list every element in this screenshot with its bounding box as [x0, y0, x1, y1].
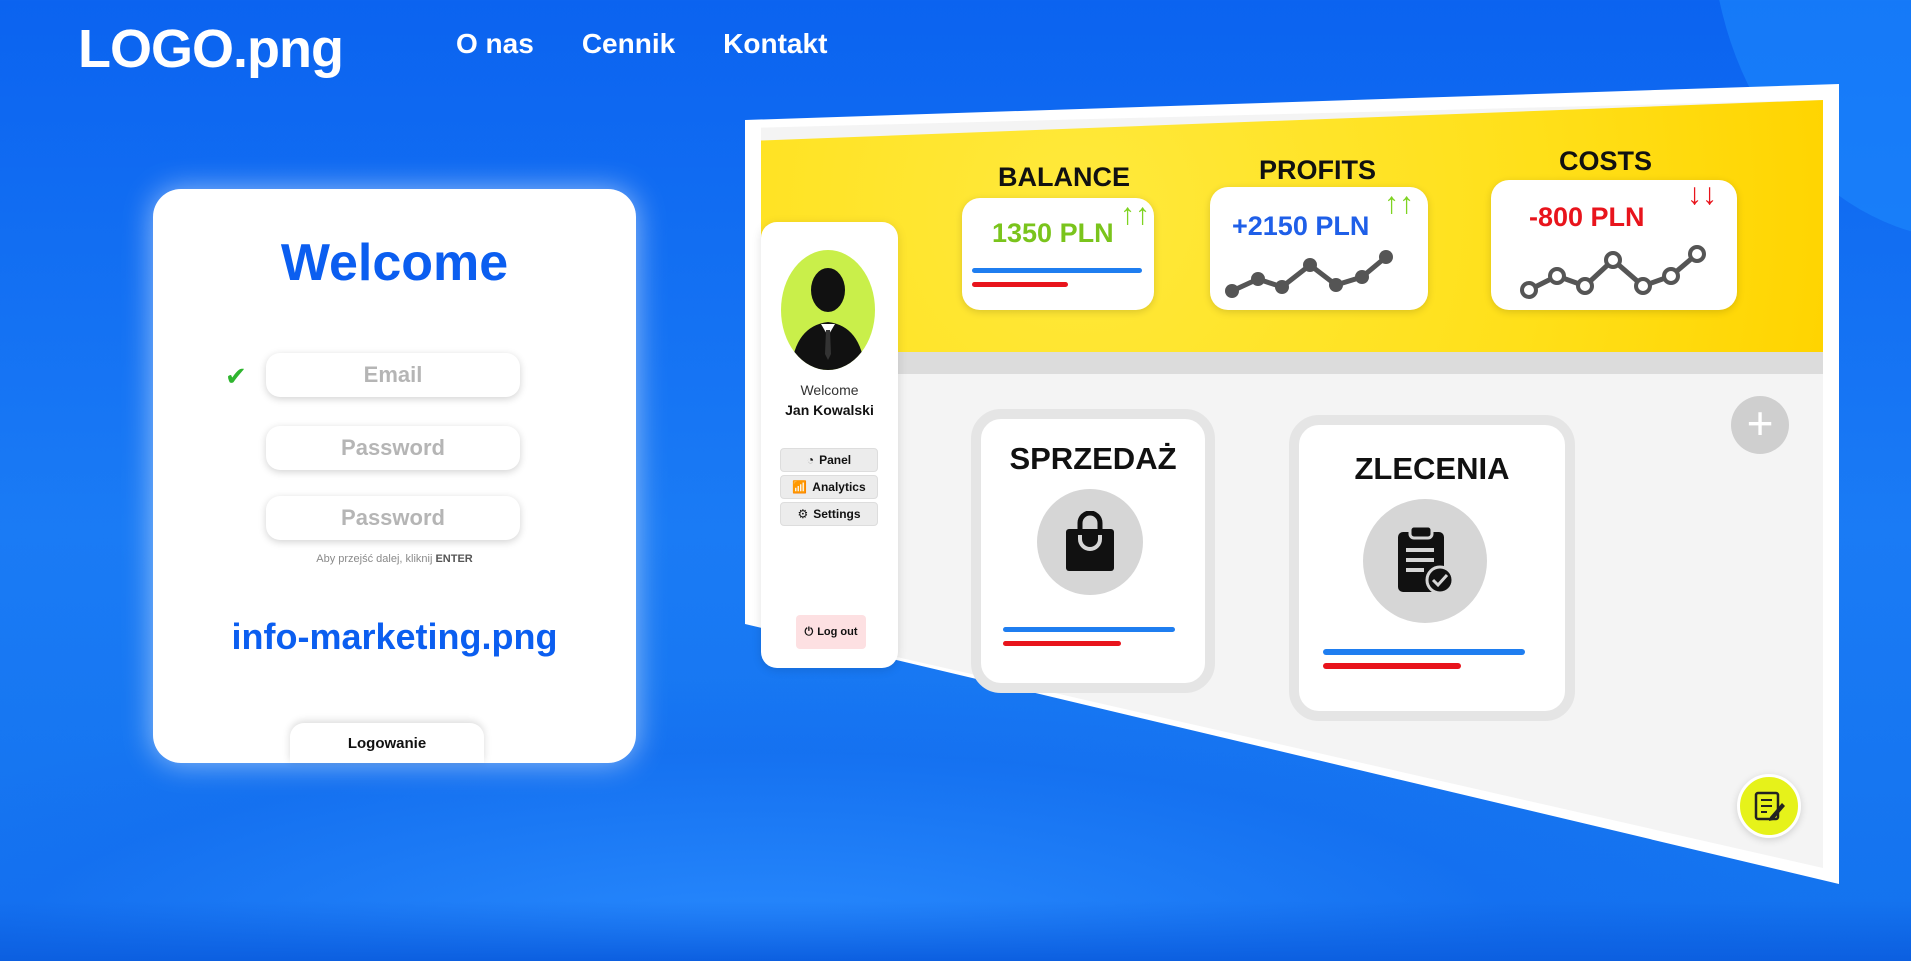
hint-text: Aby przejść dalej, kliknij: [316, 553, 433, 565]
arrow-up-icon: ↑↑: [1384, 187, 1414, 220]
login-card: Welcome ✔ Aby przejść dalej, kliknij ENT…: [153, 189, 636, 763]
user-name: Jan Kowalski: [785, 402, 874, 418]
login-title: Welcome: [280, 234, 509, 292]
balance-bar-blue: [972, 268, 1142, 273]
password-input[interactable]: [266, 426, 520, 470]
arrow-up-icon: ↑↑: [1120, 198, 1150, 231]
balance-value: 1350 PLN: [992, 218, 1114, 248]
arrow-down-icon: ↓↓: [1687, 178, 1717, 211]
checkmark-icon: ✔: [225, 361, 247, 391]
clipboard-check-icon: [1398, 524, 1455, 595]
profits-title: PROFITS: [1259, 155, 1377, 185]
hint-key: ENTER: [435, 553, 473, 565]
costs-card[interactable]: -800 PLN ↓↓: [1491, 178, 1737, 310]
sidebar-item-settings[interactable]: ⚙ Settings: [780, 502, 878, 526]
analytics-icon: 📶: [792, 480, 808, 494]
nav-link-contact[interactable]: Kontakt: [723, 28, 827, 60]
notes-button[interactable]: [1737, 774, 1801, 838]
pie-chart-icon: ◔: [806, 453, 815, 467]
tile-sales[interactable]: SPRZEDAŻ: [971, 409, 1215, 693]
avatar[interactable]: [781, 250, 875, 370]
user-welcome: Welcome: [800, 382, 859, 398]
sidebar-item-label: Panel: [819, 453, 852, 467]
profits-value: +2150 PLN: [1232, 211, 1370, 241]
email-input[interactable]: [266, 353, 520, 397]
tile-orders[interactable]: ZLECENIA: [1289, 415, 1575, 721]
sidebar-item-analytics[interactable]: 📶 Analytics: [780, 475, 878, 499]
balance-card[interactable]: 1350 PLN ↑↑: [962, 198, 1154, 310]
profits-card[interactable]: +2150 PLN ↑↑: [1210, 187, 1428, 310]
shopping-bag-icon: [1066, 511, 1114, 571]
logo[interactable]: LOGO.png: [78, 18, 344, 80]
info-marketing: info-marketing.png: [231, 616, 558, 657]
background-band: [0, 901, 1911, 961]
dashboard-sidebar: Welcome Jan Kowalski ◔ Panel 📶 Analytics…: [761, 222, 898, 668]
nav-link-about[interactable]: O nas: [456, 28, 534, 60]
sidebar-item-label: Settings: [813, 507, 861, 521]
login-button[interactable]: Logowanie: [290, 723, 484, 763]
profits-sparkline: [1225, 250, 1393, 298]
sidebar-item-panel[interactable]: ◔ Panel: [780, 448, 878, 472]
tile-orders-bar-red: [1323, 663, 1461, 669]
password-confirm-input[interactable]: [266, 496, 520, 540]
balance-title: BALANCE: [998, 162, 1130, 192]
enter-hint: Aby przejść dalej, kliknij ENTER: [153, 553, 636, 565]
user-silhouette-icon: [791, 268, 865, 370]
nav-link-pricing[interactable]: Cennik: [582, 28, 675, 60]
gear-icon: ⚙: [797, 507, 809, 521]
add-button[interactable]: +: [1731, 396, 1789, 454]
sidebar-item-label: Analytics: [812, 480, 866, 494]
costs-value: -800 PLN: [1529, 202, 1645, 232]
header-band-shadow: [898, 352, 1823, 374]
edit-note-icon: [1754, 791, 1785, 821]
tile-orders-bar-blue: [1323, 649, 1525, 655]
logout-button[interactable]: ⏻ Log out: [796, 615, 866, 649]
costs-title: COSTS: [1559, 146, 1653, 176]
tile-sales-title: SPRZEDAŻ: [1009, 441, 1177, 476]
tile-orders-icon-bg: [1363, 499, 1487, 623]
costs-sparkline: [1520, 245, 1706, 299]
main-nav: O nas Cennik Kontakt: [456, 28, 827, 60]
logout-label: Log out: [817, 626, 858, 638]
tile-orders-title: ZLECENIA: [1354, 451, 1510, 486]
tile-sales-icon-bg: [1037, 489, 1143, 595]
power-icon: ⏻: [804, 625, 814, 638]
tile-sales-bar-blue: [1003, 627, 1175, 632]
balance-bar-red: [972, 282, 1068, 287]
tile-sales-bar-red: [1003, 641, 1121, 646]
